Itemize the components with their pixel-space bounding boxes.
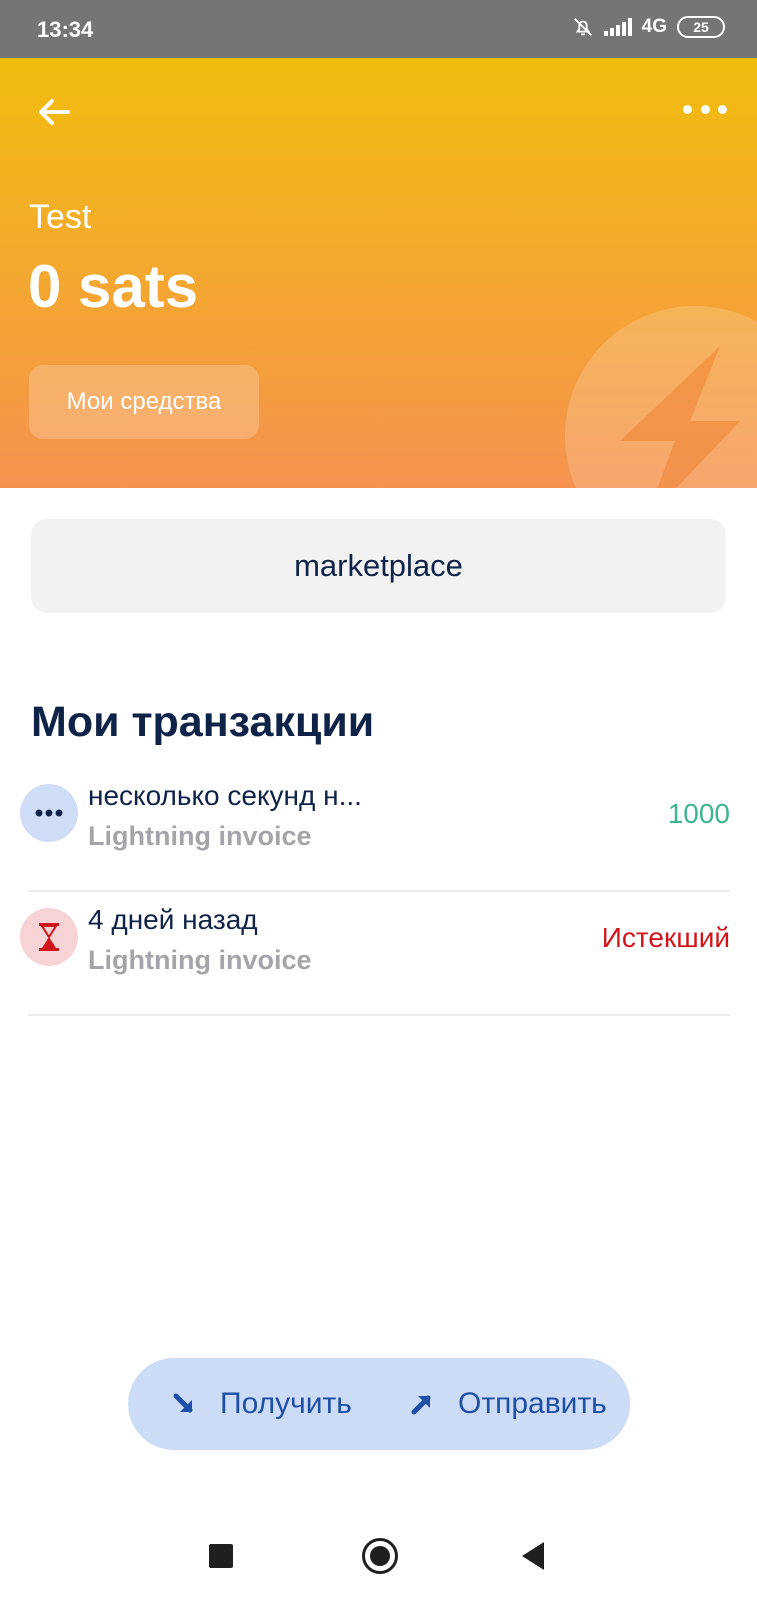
pending-dots-icon [20, 784, 78, 842]
status-time: 13:34 [37, 17, 94, 42]
wallet-name: Test [29, 198, 92, 236]
back-icon[interactable] [522, 1542, 544, 1570]
system-nav-bar [0, 1520, 757, 1600]
send-button[interactable]: Отправить [408, 1358, 607, 1450]
transactions-title: Мои транзакции [31, 698, 375, 746]
status-icons: 4G 25 [572, 16, 725, 38]
transaction-time: 4 дней назад [88, 904, 258, 935]
signal-icon [603, 18, 632, 36]
wallet-header: Test 0 sats Мои средства [0, 58, 757, 488]
recent-apps-icon[interactable] [209, 1544, 233, 1568]
receive-label: Получить [220, 1387, 352, 1420]
transaction-time: несколько секунд н... [88, 780, 362, 811]
transaction-amount: 1000 [667, 798, 730, 829]
send-label: Отправить [458, 1387, 607, 1420]
transaction-status: Истекший [601, 922, 730, 953]
transaction-row[interactable]: 4 дней назад Lightning invoice Истекший [20, 892, 730, 1016]
hourglass-icon [20, 908, 78, 966]
transaction-row[interactable]: несколько секунд н... Lightning invoice … [20, 768, 730, 892]
more-options-icon[interactable] [683, 94, 727, 124]
battery-level: 25 [693, 19, 709, 35]
home-icon[interactable] [362, 1538, 398, 1574]
bell-off-icon [573, 18, 592, 36]
lightning-bolt-icon [565, 306, 757, 488]
network-type: 4G [641, 16, 667, 37]
action-bar: Получить Отправить [128, 1358, 630, 1450]
back-arrow-icon[interactable] [34, 92, 74, 132]
my-funds-button[interactable]: Мои средства [29, 365, 259, 439]
battery-icon: 25 [677, 16, 725, 38]
arrow-down-right-icon [173, 1393, 193, 1413]
wallet-balance: 0 sats [28, 253, 199, 320]
status-bar: 13:34 4G 25 [0, 0, 757, 58]
arrow-up-right-icon [411, 1395, 431, 1415]
transaction-type: Lightning invoice [88, 945, 312, 975]
receive-button[interactable]: Получить [170, 1358, 352, 1450]
marketplace-button[interactable]: marketplace [31, 519, 726, 613]
transaction-type: Lightning invoice [88, 821, 312, 851]
